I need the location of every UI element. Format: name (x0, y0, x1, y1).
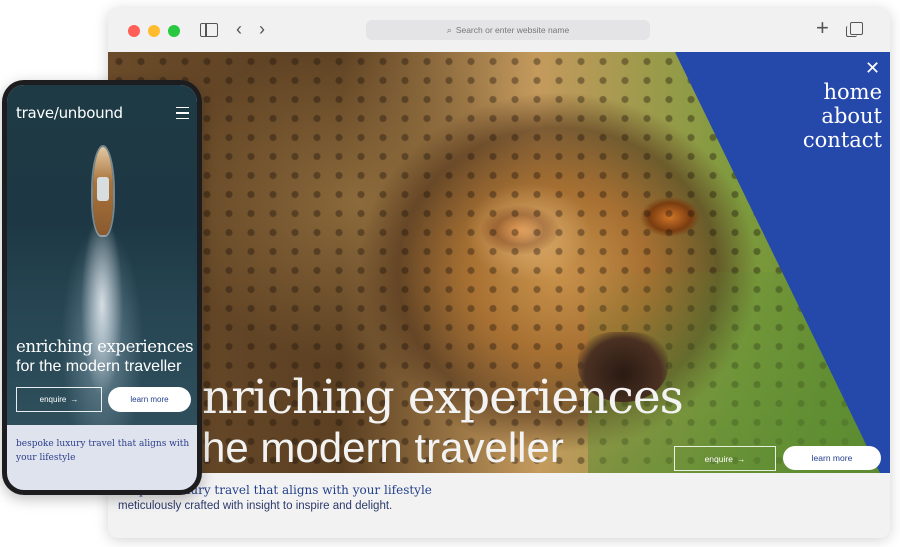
zoom-window-button[interactable] (168, 25, 180, 37)
boat-deck (97, 177, 109, 201)
back-icon[interactable]: ‹ (236, 19, 242, 40)
nav-home[interactable]: home (803, 80, 882, 104)
mobile-learn-more-button[interactable]: learn more (108, 387, 191, 412)
browser-window: ‹ › ⌕ Search or enter website name + ✕ h… (108, 8, 890, 538)
hamburger-menu-icon[interactable] (176, 107, 189, 119)
browser-toolbar: ‹ › ⌕ Search or enter website name + (108, 8, 890, 53)
arrow-right-icon: → (70, 395, 79, 404)
mobile-subtext: bespoke luxury travel that aligns with y… (16, 439, 190, 463)
mobile-headline-line1: enriching experiences (16, 337, 194, 356)
search-icon: ⌕ (446, 24, 452, 35)
site-nav: home about contact (803, 80, 882, 152)
hero-image-cheetah: ✕ home about contact nriching experience… (108, 52, 890, 473)
enquire-label: enquire (704, 453, 733, 464)
nav-contact[interactable]: contact (803, 128, 882, 152)
mobile-headline-line2: for the modern traveller (16, 358, 182, 375)
mobile-headline: enriching experiences for the modern tra… (16, 336, 194, 377)
hero-headline-line1: nriching experiences (202, 370, 684, 425)
new-tab-icon[interactable]: + (816, 15, 829, 41)
hero-headline: nriching experiences he modern traveller (202, 370, 684, 472)
hero-headline-line2: he modern traveller (202, 424, 564, 471)
close-menu-icon[interactable]: ✕ (865, 59, 880, 77)
tabs-overview-icon[interactable] (846, 22, 863, 37)
phone-screen: trave/unbound enriching experiences for … (7, 85, 197, 490)
sidebar-icon[interactable] (200, 23, 218, 37)
minimize-window-button[interactable] (148, 25, 160, 37)
nav-about[interactable]: about (803, 104, 882, 128)
close-window-button[interactable] (128, 25, 140, 37)
mobile-enquire-label: enquire (39, 395, 67, 404)
address-placeholder: Search or enter website name (455, 25, 570, 35)
phone-frame: trave/unbound enriching experiences for … (2, 80, 202, 495)
learn-more-button[interactable]: learn more (783, 446, 881, 470)
arrow-right-icon: → (736, 453, 746, 464)
forward-icon[interactable]: › (259, 19, 265, 40)
subtext-line1: bespoke luxury travel that aligns with y… (118, 483, 432, 497)
mobile-enquire-button[interactable]: enquire → (16, 387, 102, 412)
enquire-button[interactable]: enquire → (674, 446, 776, 471)
mobile-logo[interactable]: trave/unbound (16, 104, 123, 122)
subtext-line2: meticulously crafted with insight to ins… (118, 500, 393, 512)
address-bar[interactable]: ⌕ Search or enter website name (366, 20, 650, 40)
hero-subtext: bespoke luxury travel that aligns with y… (118, 483, 878, 512)
learn-more-label: learn more (811, 453, 853, 463)
mobile-learn-more-label: learn more (130, 395, 169, 404)
